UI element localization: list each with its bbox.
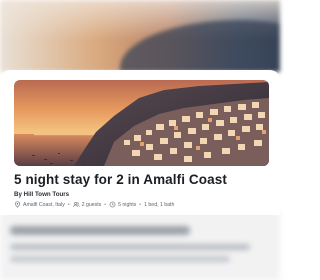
listing-title[interactable]: 5 night stay for 2 in Amalfi Coast	[14, 172, 274, 187]
blurred-text-line	[10, 256, 230, 262]
map-pin-icon	[15, 201, 20, 208]
meta-rooms-text: 1 bed, 1 bath	[144, 201, 175, 208]
meta-location: Amalfi Coast, Italy	[14, 201, 65, 208]
listing-photo	[14, 80, 269, 166]
separator-dot: •	[104, 201, 107, 208]
meta-nights: 5 nights	[109, 201, 136, 208]
meta-location-text: Amalfi Coast, Italy	[23, 201, 65, 208]
listing-operator: By Hill Town Tours	[14, 191, 70, 198]
listing-meta: Amalfi Coast, Italy • 2 guests • 5 night…	[14, 201, 174, 208]
meta-rooms: 1 bed, 1 bath	[144, 202, 174, 208]
blurred-background-header	[0, 0, 280, 72]
listing-card[interactable]: 5 night stay for 2 in Amalfi Coast By Hi…	[0, 70, 280, 215]
blurred-text-line	[10, 226, 190, 235]
separator-dot: •	[67, 201, 70, 208]
meta-guests-text: 2 guests	[81, 201, 102, 208]
separator-dot: •	[139, 201, 142, 208]
people-icon	[73, 202, 80, 207]
meta-guests: 2 guests	[73, 201, 102, 208]
clock-icon	[109, 201, 116, 208]
blurred-text-line	[10, 244, 250, 250]
meta-nights-text: 5 nights	[118, 201, 137, 208]
blurred-background-content	[0, 210, 280, 280]
